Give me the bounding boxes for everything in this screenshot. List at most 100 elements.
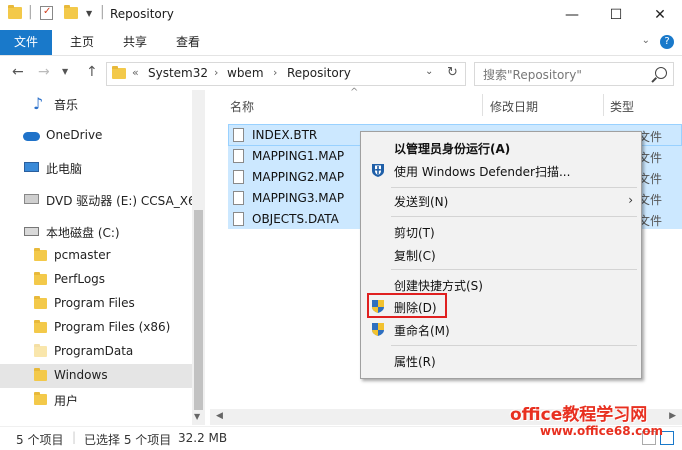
nav-label: pcmaster xyxy=(54,248,111,262)
file-name: MAPPING2.MAP xyxy=(252,170,345,184)
search-input[interactable]: 搜索"Repository" xyxy=(474,62,674,86)
folder-icon xyxy=(34,296,47,309)
nav-item-dvd[interactable]: DVD 驱动器 (E:) CCSA_X64 xyxy=(0,188,203,212)
nav-item-pcmaster[interactable]: pcmaster xyxy=(0,244,192,268)
forward-arrow-icon[interactable]: → xyxy=(38,64,50,80)
nav-item-music[interactable]: ♪ 音乐 xyxy=(0,92,192,116)
menu-item-defender-scan[interactable]: 使用 Windows Defender扫描... xyxy=(361,160,641,182)
help-icon[interactable]: ? xyxy=(660,35,674,49)
delete-highlight-box xyxy=(367,293,447,318)
tab-file[interactable]: 文件 xyxy=(0,30,52,55)
menu-separator xyxy=(391,187,637,188)
up-arrow-icon[interactable]: ↑ xyxy=(86,64,98,80)
menu-label: 使用 Windows Defender扫描... xyxy=(394,165,571,179)
nav-item-perflogs[interactable]: PerfLogs xyxy=(0,268,192,292)
scroll-down-icon[interactable]: ▼ xyxy=(194,412,200,421)
close-button[interactable]: ✕ xyxy=(638,0,682,30)
nav-item-onedrive[interactable]: OneDrive xyxy=(0,124,192,148)
submenu-arrow-icon: › xyxy=(628,193,633,207)
window-title: Repository xyxy=(110,7,174,21)
column-header-type[interactable]: 类型 xyxy=(610,98,634,115)
menu-label: 剪切(T) xyxy=(394,226,435,240)
menu-label: 以管理员身份运行(A) xyxy=(394,142,511,156)
nav-item-program-files-x86[interactable]: Program Files (x86) xyxy=(0,316,192,340)
selected-count: 已选择 5 个项目 xyxy=(84,433,172,447)
menu-separator xyxy=(391,216,637,217)
scroll-right-icon[interactable]: ▶ xyxy=(669,411,676,421)
properties-icon[interactable]: ✓ xyxy=(40,6,53,20)
file-name: INDEX.BTR xyxy=(252,128,318,142)
toolbar-divider: | xyxy=(28,4,33,20)
search-placeholder: 搜索"Repository" xyxy=(483,68,582,82)
menu-label: 复制(C) xyxy=(394,249,436,263)
folder-icon xyxy=(34,368,47,381)
tab-share[interactable]: 共享 xyxy=(123,30,147,55)
search-icon[interactable] xyxy=(655,67,667,79)
nav-item-local-disk-c[interactable]: 本地磁盘 (C:) xyxy=(0,220,192,244)
file-icon xyxy=(233,191,244,205)
refresh-icon[interactable]: ↻ xyxy=(447,65,458,80)
file-icon xyxy=(233,170,244,184)
watermark-url: www.office68.com xyxy=(540,424,664,438)
breadcrumb-system32[interactable]: System32 xyxy=(148,66,208,80)
nav-label: Program Files (x86) xyxy=(54,320,171,334)
menu-separator xyxy=(391,269,637,270)
tab-home[interactable]: 主页 xyxy=(70,30,94,55)
drive-icon xyxy=(24,227,39,236)
music-icon: ♪ xyxy=(33,94,44,113)
menu-item-send-to[interactable]: 发送到(N) › xyxy=(361,190,641,212)
nav-label: ProgramData xyxy=(54,344,134,358)
overflow-crumb[interactable]: « xyxy=(132,66,139,79)
breadcrumb-separator-icon[interactable]: › xyxy=(273,66,277,79)
menu-item-cut[interactable]: 剪切(T) xyxy=(361,221,641,243)
file-icon xyxy=(233,149,244,163)
tab-view[interactable]: 查看 xyxy=(176,30,200,55)
file-name: MAPPING1.MAP xyxy=(252,149,345,163)
dvd-icon xyxy=(24,194,39,204)
expand-ribbon-icon[interactable]: ⌄ xyxy=(642,35,650,46)
nav-item-windows[interactable]: Windows xyxy=(0,364,192,388)
breadcrumb-repository[interactable]: Repository xyxy=(287,66,351,80)
file-icon xyxy=(233,128,244,142)
ribbon-tabs: 文件 主页 共享 查看 ⌄ ? xyxy=(0,30,682,56)
scroll-left-icon[interactable]: ◀ xyxy=(216,411,223,421)
menu-label: 发送到(N) xyxy=(394,195,449,209)
address-input[interactable]: « System32 › wbem › Repository ⌄ ↻ xyxy=(106,62,466,86)
breadcrumb-wbem[interactable]: wbem xyxy=(227,66,264,80)
column-divider[interactable] xyxy=(482,94,483,116)
nav-label: OneDrive xyxy=(46,128,103,142)
minimize-button[interactable]: — xyxy=(550,0,594,30)
nav-item-programdata[interactable]: ProgramData xyxy=(0,340,192,364)
menu-separator xyxy=(391,345,637,346)
breadcrumb-separator-icon[interactable]: › xyxy=(214,66,218,79)
column-divider[interactable] xyxy=(603,94,604,116)
nav-item-users[interactable]: 用户 xyxy=(0,388,192,412)
sort-ascending-icon: ^ xyxy=(350,87,359,98)
folder-icon xyxy=(34,248,47,261)
nav-label: Program Files xyxy=(54,296,135,310)
defender-shield-icon xyxy=(372,164,384,177)
file-icon xyxy=(233,212,244,226)
quick-access-dropdown-icon[interactable]: ▼ xyxy=(86,9,92,18)
file-name: OBJECTS.DATA xyxy=(252,212,339,226)
folder-icon xyxy=(8,5,22,19)
nav-item-program-files[interactable]: Program Files xyxy=(0,292,192,316)
nav-scrollbar-thumb[interactable] xyxy=(194,210,203,410)
column-header-modified[interactable]: 修改日期 xyxy=(490,98,538,115)
navigation-pane: ♪ 音乐 OneDrive 此电脑 DVD 驱动器 (E:) CCSA_X64 … xyxy=(0,90,205,425)
menu-item-properties[interactable]: 属性(R) xyxy=(361,350,641,372)
maximize-button[interactable]: ☐ xyxy=(594,0,638,30)
recent-locations-icon[interactable]: ▼ xyxy=(62,67,68,76)
menu-label: 创建快捷方式(S) xyxy=(394,279,483,293)
new-folder-icon[interactable] xyxy=(64,5,78,19)
menu-item-run-as-admin[interactable]: 以管理员身份运行(A) xyxy=(361,137,641,159)
nav-label: 本地磁盘 (C:) xyxy=(46,226,120,240)
cloud-icon xyxy=(23,132,40,141)
item-count: 5 个项目 xyxy=(16,433,64,447)
address-dropdown-icon[interactable]: ⌄ xyxy=(425,66,433,77)
menu-item-rename[interactable]: 重命名(M) xyxy=(361,319,641,341)
nav-item-this-pc[interactable]: 此电脑 xyxy=(0,156,192,180)
column-header-name[interactable]: 名称 xyxy=(230,98,254,115)
back-arrow-icon[interactable]: ← xyxy=(12,64,24,80)
menu-item-copy[interactable]: 复制(C) xyxy=(361,244,641,266)
